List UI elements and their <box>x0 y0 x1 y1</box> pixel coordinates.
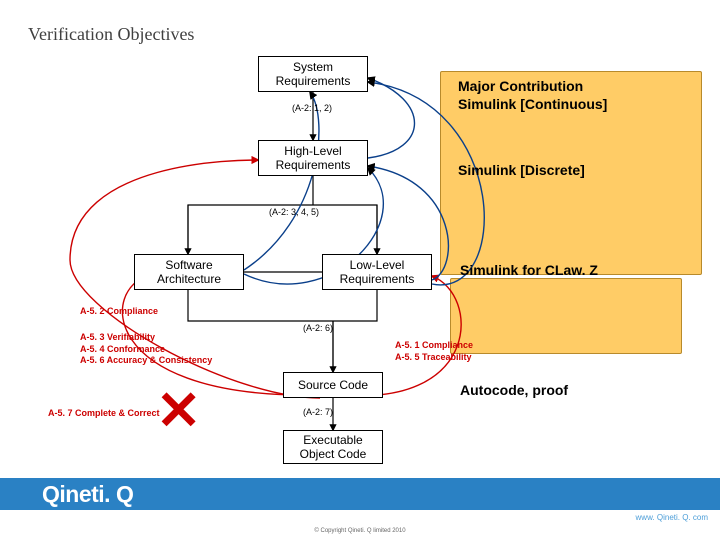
box-system-requirements: SystemRequirements <box>258 56 368 92</box>
box-high-level-requirements: High-LevelRequirements <box>258 140 368 176</box>
logo: Qineti. Q <box>42 478 133 510</box>
label-a52-compliance: A-5. 2 Compliance <box>80 306 158 318</box>
box-software-architecture: SoftwareArchitecture <box>134 254 244 290</box>
footer-url: www. Qineti. Q. com <box>636 513 708 522</box>
box-source-code: Source Code <box>283 372 383 398</box>
footer-copyright: © Copyright Qineti. Q limited 2010 <box>0 528 720 534</box>
note-autocode-proof: Autocode, proof <box>460 382 568 400</box>
label-a57-complete: A-5. 7 Complete & Correct <box>48 408 160 420</box>
note-simulink-discrete: Simulink [Discrete] <box>458 162 585 180</box>
cross-icon: ✕ <box>156 384 201 438</box>
box-executable-object-code: ExecutableObject Code <box>283 430 383 464</box>
label-a2-1-2: (A-2: 1, 2) <box>292 103 332 113</box>
page-title: Verification Objectives <box>28 24 194 45</box>
note-major-contribution: Major ContributionSimulink [Continuous] <box>458 78 607 113</box>
label-a2-3-4-5: (A-2: 3, 4, 5) <box>269 207 319 217</box>
note-simulink-clawz: Simulink for CLaw. Z <box>460 262 598 280</box>
box-low-level-requirements: Low-LevelRequirements <box>322 254 432 290</box>
label-a2-7: (A-2: 7) <box>303 407 333 417</box>
label-a2-6: (A-2: 6) <box>303 323 333 333</box>
highlight-lower <box>450 278 682 354</box>
label-a51-a55: A-5. 1 ComplianceA-5. 5 Traceability <box>395 340 473 363</box>
label-a53-a54-a56: A-5. 3 VerifiabilityA-5. 4 ConformanceA-… <box>80 332 212 367</box>
